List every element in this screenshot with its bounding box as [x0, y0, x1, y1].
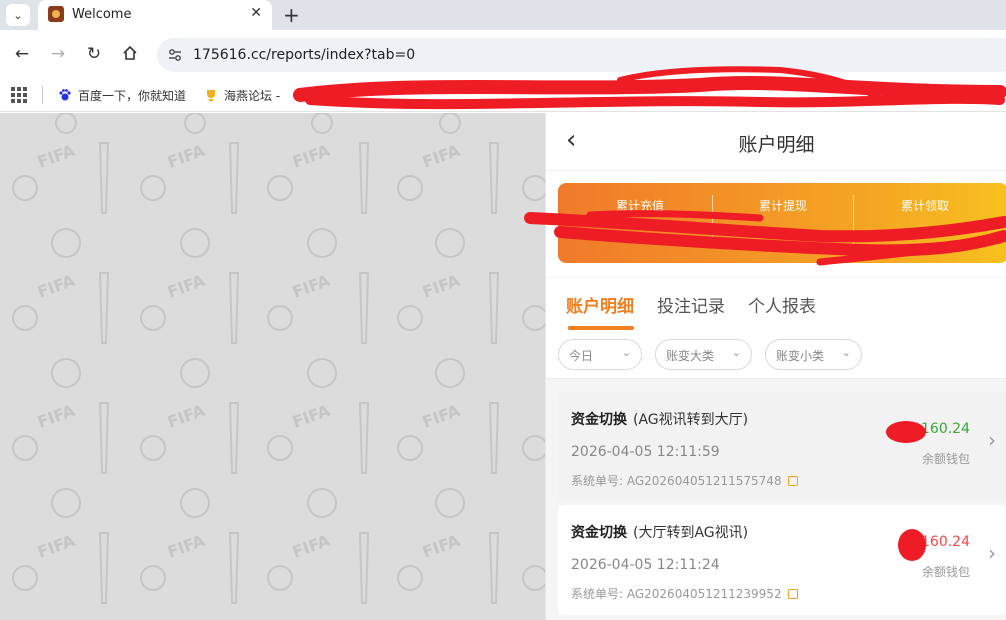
back-arrow-icon[interactable]: ←: [10, 42, 34, 66]
chevron-right-icon[interactable]: ›: [988, 541, 996, 565]
bookmarks-bar: 百度一下，你就知道 海燕论坛 -: [0, 78, 1006, 112]
svg-text:FIFA: FIFA: [420, 141, 463, 172]
summary-label-withdraw: 累计提现: [758, 199, 807, 213]
chevron-down-icon: ⌄: [841, 346, 851, 359]
record-id: 系统单号: AG202604051211575748: [571, 472, 798, 489]
record-wallet: 余额钱包: [921, 452, 970, 466]
record-id: 系统单号: AG202604051211239952: [571, 585, 798, 602]
record-amount: 160.24: [921, 421, 970, 437]
close-icon[interactable]: ✕: [250, 5, 262, 21]
chevron-down-icon[interactable]: ⌄: [6, 4, 30, 26]
svg-text:FIFA: FIFA: [290, 271, 333, 302]
record-time: 2026-04-05 12:11:24: [571, 557, 720, 573]
bookmark-baidu[interactable]: 百度一下，你就知道: [58, 87, 186, 104]
page-title: 账户明细: [738, 134, 815, 156]
summary-label-claim: 累计领取: [900, 199, 949, 213]
address-bar[interactable]: 175616.cc/reports/index?tab=0: [157, 38, 1006, 72]
chevron-down-icon: ⌄: [731, 346, 741, 359]
svg-text:FIFA: FIFA: [35, 401, 78, 432]
forward-arrow-icon[interactable]: →: [46, 42, 70, 66]
svg-text:FIFA: FIFA: [290, 141, 333, 172]
bookmark-label: 百度一下，你就知道: [78, 89, 187, 103]
home-icon[interactable]: [118, 42, 142, 66]
fifa-pattern-icon: FIFA FIFA FIFA FIFA FIFA FIFA FIFA FIFA …: [12, 113, 545, 604]
trophy-icon: [207, 90, 215, 101]
active-tab-indicator: [568, 326, 634, 330]
svg-text:FIFA: FIFA: [35, 141, 78, 172]
site-favicon-icon: [48, 6, 64, 22]
new-tab-icon[interactable]: +: [283, 3, 300, 27]
svg-text:FIFA: FIFA: [165, 271, 208, 302]
report-tabs: 账户明细 投注记录 个人报表: [546, 278, 1006, 333]
tab-personal-report[interactable]: 个人报表: [748, 292, 816, 317]
filter-label: 今日: [569, 349, 594, 363]
svg-text:FIFA: FIFA: [35, 531, 78, 562]
filters-row: 今日 ⌄ 账变大类 ⌄ 账变小类 ⌄: [546, 333, 1006, 379]
list-item[interactable]: 资金切换 (大厅转到AG视讯) 2026-04-05 12:11:24 系统单号:…: [558, 505, 1006, 615]
filter-label: 账变大类: [666, 349, 715, 363]
record-subtitle: (AG视讯转到大厅): [633, 412, 749, 428]
chevron-down-icon: ⌄: [621, 346, 631, 359]
svg-text:FIFA: FIFA: [420, 401, 463, 432]
bookmark-separator: [42, 86, 43, 104]
copy-icon[interactable]: [787, 589, 798, 599]
tab-bet-records[interactable]: 投注记录: [657, 292, 725, 317]
record-subtitle: (大厅转到AG视讯): [633, 525, 749, 541]
summary-divider: [853, 195, 854, 247]
copy-icon[interactable]: [787, 476, 798, 486]
chevron-right-icon[interactable]: ›: [988, 428, 996, 452]
record-time: 2026-04-05 12:11:59: [571, 444, 720, 460]
apps-grid-icon[interactable]: [11, 87, 27, 103]
record-title: 资金切换 (AG视讯转到大厅): [571, 412, 749, 428]
browser-toolbar: ← → ↻ 175616.cc/reports/index?tab=0: [0, 30, 1006, 78]
site-settings-icon[interactable]: [167, 47, 183, 63]
tab-account-detail[interactable]: 账户明细: [566, 292, 634, 317]
svg-text:FIFA: FIFA: [420, 531, 463, 562]
date-filter-select[interactable]: 今日 ⌄: [558, 339, 642, 370]
svg-text:FIFA: FIFA: [420, 271, 463, 302]
bookmark-haiyan[interactable]: 海燕论坛 -: [204, 87, 280, 104]
svg-text:FIFA: FIFA: [165, 531, 208, 562]
svg-text:FIFA: FIFA: [35, 271, 78, 302]
list-item[interactable]: 资金切换 (AG视讯转到大厅) 2026-04-05 12:11:59 系统单号:…: [558, 392, 1006, 502]
svg-text:FIFA: FIFA: [165, 141, 208, 172]
browser-tab-strip: ⌄ Welcome ✕ +: [0, 0, 1006, 30]
baidu-paw-icon: [59, 89, 71, 101]
url-text: 175616.cc/reports/index?tab=0: [193, 47, 416, 63]
filter-label: 账变小类: [776, 349, 825, 363]
panel-header: ‹ 账户明细: [546, 113, 1006, 171]
account-detail-panel: ‹ 账户明细 累计充值 累计提现 累计领取 账户明细 投注记录 个人报表 今日 …: [545, 113, 1006, 620]
browser-tab[interactable]: Welcome ✕: [38, 0, 272, 30]
background-pattern: FIFA FIFA FIFA FIFA FIFA FIFA FIFA FIFA …: [0, 113, 545, 620]
subcategory-filter-select[interactable]: 账变小类 ⌄: [765, 339, 862, 370]
category-filter-select[interactable]: 账变大类 ⌄: [655, 339, 752, 370]
record-title: 资金切换 (大厅转到AG视讯): [571, 525, 749, 541]
summary-card: 累计充值 累计提现 累计领取: [558, 183, 1006, 263]
svg-text:FIFA: FIFA: [290, 531, 333, 562]
svg-text:FIFA: FIFA: [165, 401, 208, 432]
summary-label-deposit: 累计充值: [615, 199, 664, 213]
reload-icon[interactable]: ↻: [82, 42, 106, 66]
svg-text:FIFA: FIFA: [290, 401, 333, 432]
record-amount: 160.24: [921, 534, 970, 550]
bookmark-label: 海燕论坛 -: [224, 89, 281, 103]
record-wallet: 余额钱包: [921, 565, 970, 579]
tab-title: Welcome: [72, 7, 132, 22]
